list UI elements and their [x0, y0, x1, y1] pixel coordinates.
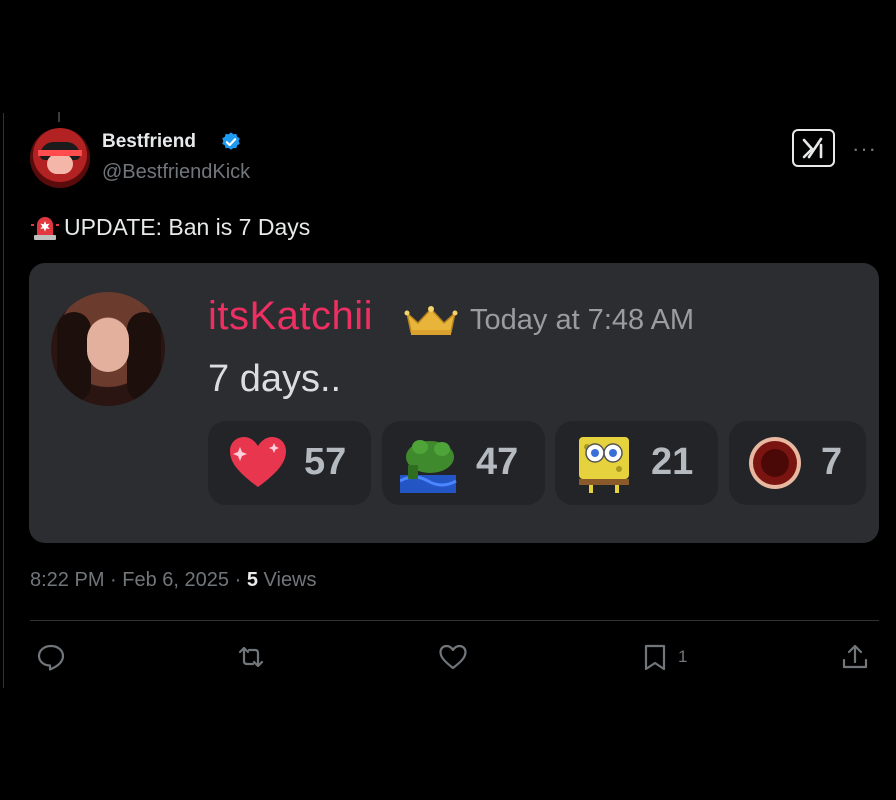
retweet-button[interactable]	[236, 640, 266, 674]
reaction-count: 47	[476, 441, 519, 483]
thread-tick	[58, 112, 60, 122]
tweet-time[interactable]: 8:22 PM	[30, 569, 104, 591]
share-button[interactable]	[840, 640, 870, 674]
reaction-frog[interactable]: 47	[382, 421, 545, 505]
embed-username: itsKatchii	[208, 294, 374, 338]
retweet-icon	[238, 646, 264, 668]
bookmark-count: 1	[678, 647, 688, 666]
avatar-face	[47, 154, 73, 174]
reply-icon	[37, 644, 65, 671]
reaction-circle[interactable]: 7	[729, 421, 866, 505]
share-icon	[842, 644, 868, 669]
author-display-name[interactable]: Bestfriend	[102, 131, 196, 153]
tweet-text-body: UPDATE: Ban is 7 Days	[64, 213, 311, 240]
meta-separator: ·	[110, 569, 117, 591]
rotating-light-emoji	[31, 217, 59, 240]
avatar-face	[87, 318, 129, 372]
verified-badge-icon	[222, 132, 240, 150]
green-frog-icon	[400, 440, 457, 493]
thread-line	[3, 113, 4, 688]
meta-separator: ·	[234, 569, 242, 591]
tweet-meta: 8:22 PM · Feb 6, 2025 · 5 Views	[30, 569, 317, 592]
grok-button[interactable]	[792, 129, 835, 167]
tweet-date[interactable]: Feb 6, 2025	[122, 569, 229, 591]
avatar-band	[38, 150, 82, 156]
author-avatar[interactable]	[30, 128, 90, 188]
divider	[30, 620, 879, 621]
reaction-count: 7	[821, 441, 843, 483]
crown-icon	[404, 306, 458, 335]
avatar-hair-left	[57, 312, 91, 402]
reaction-heart[interactable]: 57	[208, 421, 371, 505]
avatar-hair-right	[127, 312, 161, 402]
red-circle-icon	[749, 437, 801, 489]
bookmark-icon	[644, 644, 666, 671]
bookmark-button[interactable]: 1	[640, 640, 687, 674]
grok-icon	[802, 137, 822, 159]
embed-user-avatar	[51, 292, 165, 406]
reaction-count: 57	[304, 441, 347, 483]
like-icon	[439, 644, 467, 670]
embed-message: 7 days..	[208, 358, 342, 400]
reaction-spongebob[interactable]: 21	[555, 421, 718, 505]
reply-button[interactable]	[36, 640, 66, 674]
more-options-icon[interactable]: ···	[852, 136, 877, 162]
like-button[interactable]	[438, 640, 468, 674]
reaction-count: 21	[651, 441, 694, 483]
sparkling-heart-icon	[230, 437, 286, 487]
views-label: Views	[263, 569, 317, 591]
author-handle[interactable]: @BestfriendKick	[102, 161, 250, 184]
tweet-text: UPDATE: Ban is 7 Days	[30, 212, 310, 242]
views-count: 5	[246, 569, 258, 591]
embed-timestamp: Today at 7:48 AM	[470, 304, 695, 336]
spongebob-icon	[579, 437, 629, 493]
